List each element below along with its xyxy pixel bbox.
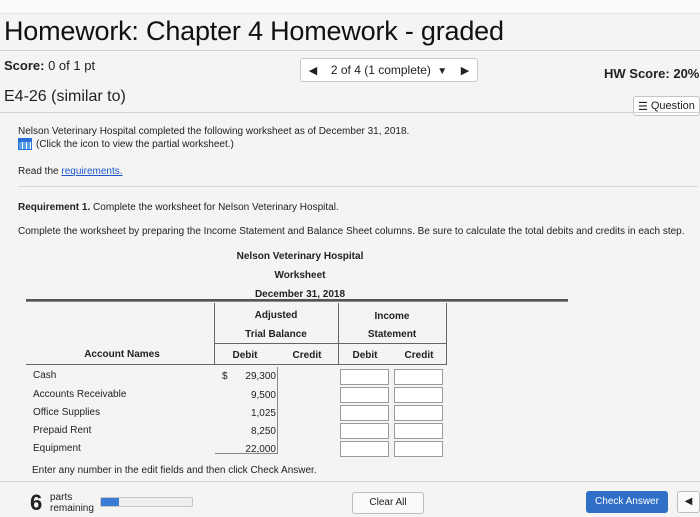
income-debit-field-office-supplies[interactable] <box>340 405 389 421</box>
top-strip <box>0 0 700 14</box>
column-divider <box>446 303 447 365</box>
worksheet-name: Worksheet <box>274 270 326 281</box>
remaining-label: remaining <box>50 503 94 514</box>
triangle-left-icon: ◀ <box>308 64 318 77</box>
income-credit-field-office-supplies[interactable] <box>394 405 443 421</box>
requirement-label: Requirement 1. <box>18 202 91 213</box>
requirement-heading: Requirement 1. Complete the worksheet fo… <box>18 202 339 213</box>
intro-text: Nelson Veterinary Hospital completed the… <box>18 126 410 137</box>
income-debit-field-cash[interactable] <box>340 369 389 385</box>
section-divider <box>18 186 698 187</box>
score-value: 0 of 1 pt <box>48 58 96 73</box>
income-credit-header: Credit <box>404 350 434 361</box>
statement-header: Statement <box>367 329 417 340</box>
debit-value: 29,300 <box>245 371 276 382</box>
worksheet-link-label: (Click the icon to view the partial work… <box>36 138 234 150</box>
parts-label: parts <box>50 492 73 503</box>
currency-symbol: $ <box>222 371 228 382</box>
requirements-link[interactable]: requirements. <box>61 166 122 177</box>
parts-remaining-count: 6 <box>30 490 43 515</box>
income-debit-field-prepaid-rent[interactable] <box>340 423 389 439</box>
title-divider <box>0 50 700 51</box>
read-requirements: Read the requirements. <box>18 166 123 177</box>
question-help-button[interactable]: ☰ Question <box>633 96 700 116</box>
account-names-header: Account Names <box>84 349 160 360</box>
list-icon: ☰ <box>638 100 648 113</box>
previous-question-button[interactable]: ◀ <box>301 64 325 77</box>
hw-score: HW Score: 20%, <box>604 66 700 81</box>
entry-instruction: Enter any number in the edit fields and … <box>32 465 317 476</box>
requirement-instruction: Complete the worksheet by preparing the … <box>18 226 685 237</box>
triangle-right-icon: ▶ <box>460 64 470 77</box>
debit-value: 8,250 <box>250 426 276 437</box>
adjusted-header: Adjusted <box>254 310 298 321</box>
score: Score: 0 of 1 pt <box>4 58 95 73</box>
income-debit-field-equipment[interactable] <box>340 441 389 457</box>
clear-all-button[interactable]: Clear All <box>352 492 424 514</box>
income-credit-field-prepaid-rent[interactable] <box>394 423 443 439</box>
income-credit-field-accounts-receivable[interactable] <box>394 387 443 403</box>
account-name: Cash <box>33 370 57 381</box>
page-title: Homework: Chapter 4 Homework - graded <box>4 16 504 46</box>
account-name: Accounts Receivable <box>33 389 127 400</box>
income-debit-header: Debit <box>352 350 378 361</box>
account-name: Prepaid Rent <box>33 425 92 436</box>
worksheet-top-rule <box>26 299 568 302</box>
next-question-button[interactable]: ▶ <box>453 64 477 77</box>
question-navigator: ◀ 2 of 4 (1 complete) ▼ ▶ <box>300 58 478 82</box>
question-position: 2 of 4 (1 complete) <box>330 63 431 77</box>
parts-remaining-label: parts remaining <box>50 492 94 514</box>
credit-header: Credit <box>292 350 322 361</box>
question-selector[interactable]: 2 of 4 (1 complete) ▼ <box>325 63 453 77</box>
worksheet-company: Nelson Veterinary Hospital <box>236 251 364 262</box>
question-help-label: Question <box>650 100 695 112</box>
header-rule <box>214 343 446 344</box>
footer-divider <box>0 481 700 482</box>
trial-balance-header: Trial Balance <box>245 329 307 340</box>
debit-value: 9,500 <box>250 390 276 401</box>
parts-progress-bar <box>100 497 193 507</box>
score-label: Score: <box>4 58 45 73</box>
problem-divider <box>0 112 700 113</box>
worksheet-link[interactable]: (Click the icon to view the partial work… <box>18 138 234 150</box>
debit-header: Debit <box>232 350 258 361</box>
income-debit-field-accounts-receivable[interactable] <box>340 387 389 403</box>
debit-value: 1,025 <box>250 408 276 419</box>
header-rule <box>26 364 446 365</box>
read-prefix: Read the <box>18 166 59 177</box>
income-header: Income <box>374 311 410 322</box>
account-name: Office Supplies <box>33 407 101 418</box>
requirement-text: Complete the worksheet for Nelson Veteri… <box>93 202 339 213</box>
income-credit-field-cash[interactable] <box>394 369 443 385</box>
account-name: Equipment <box>33 443 81 454</box>
dropdown-arrow-icon: ▼ <box>437 66 448 77</box>
problem-id: E4-26 (similar to) <box>4 88 126 105</box>
income-credit-field-equipment[interactable] <box>394 441 443 457</box>
spreadsheet-icon[interactable] <box>18 138 32 150</box>
debit-column-border <box>277 367 278 453</box>
previous-part-button[interactable]: ◀ <box>677 491 700 513</box>
triangle-left-icon: ◀ <box>684 496 693 507</box>
check-answer-button[interactable]: Check Answer <box>586 491 668 513</box>
progress-fill <box>101 498 120 506</box>
debit-column-bottom <box>215 453 278 454</box>
